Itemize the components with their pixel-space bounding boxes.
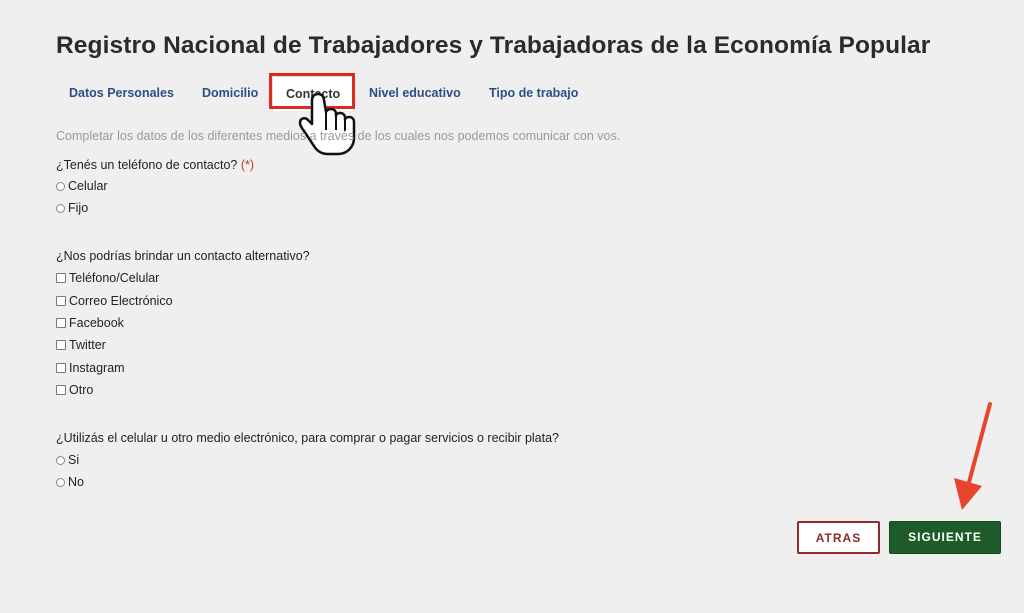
tab-bar: Datos Personales Domicilio Contacto Nive…	[56, 73, 676, 112]
phone-option-label: Celular	[68, 179, 108, 193]
alt-option-label: Teléfono/Celular	[69, 271, 160, 285]
alt-option-label: Correo Electrónico	[69, 294, 173, 308]
back-button[interactable]: ATRAS	[797, 521, 880, 554]
electronic-question: ¿Utilizás el celular u otro medio electr…	[56, 431, 559, 445]
phone-option-celular[interactable]: Celular	[56, 179, 108, 193]
alt-option-correo[interactable]: Correo Electrónico	[56, 294, 173, 308]
radio-si[interactable]	[56, 455, 65, 465]
alt-option-twitter[interactable]: Twitter	[56, 338, 106, 352]
phone-option-fijo[interactable]: Fijo	[56, 201, 88, 215]
checkbox-twitter[interactable]	[56, 340, 66, 350]
phone-question: ¿Tenés un teléfono de contacto? (*)	[56, 158, 254, 172]
page-title: Registro Nacional de Trabajadores y Trab…	[56, 32, 931, 59]
alt-option-label: Otro	[69, 383, 94, 397]
checkbox-otro[interactable]	[56, 385, 66, 395]
electronic-option-label: Si	[68, 453, 80, 467]
tab-tipo-de-trabajo[interactable]: Tipo de trabajo	[476, 76, 591, 110]
alt-contact-question: ¿Nos podrías brindar un contacto alterna…	[56, 249, 310, 263]
tab-contacto[interactable]: Contacto	[272, 76, 355, 111]
tab-datos-personales[interactable]: Datos Personales	[56, 76, 187, 110]
phone-option-label: Fijo	[68, 201, 89, 215]
red-arrow-icon	[954, 402, 992, 510]
checkbox-instagram[interactable]	[56, 363, 66, 373]
electronic-option-no[interactable]: No	[56, 475, 84, 489]
alt-option-facebook[interactable]: Facebook	[56, 316, 124, 330]
radio-fijo[interactable]	[56, 203, 65, 213]
required-mark: (*)	[240, 158, 255, 172]
radio-no[interactable]	[56, 477, 65, 487]
alt-option-label: Facebook	[69, 316, 124, 330]
alt-option-otro[interactable]: Otro	[56, 383, 93, 397]
form-page: Registro Nacional de Trabajadores y Trab…	[0, 0, 1024, 613]
alt-option-telefono[interactable]: Teléfono/Celular	[56, 271, 159, 285]
checkbox-telefono[interactable]	[56, 273, 66, 283]
checkbox-correo[interactable]	[56, 296, 66, 306]
electronic-option-label: No	[68, 475, 84, 489]
electronic-option-si[interactable]: Si	[56, 453, 79, 467]
alt-option-label: Instagram	[69, 361, 125, 375]
radio-celular[interactable]	[56, 181, 65, 191]
form-intro-text: Completar los datos de los diferentes me…	[56, 129, 621, 143]
phone-question-label: ¿Tenés un teléfono de contacto?	[56, 158, 238, 172]
alt-option-label: Twitter	[69, 338, 106, 352]
next-button[interactable]: SIGUIENTE	[889, 521, 1001, 554]
checkbox-facebook[interactable]	[56, 318, 66, 328]
tab-nivel-educativo[interactable]: Nivel educativo	[356, 76, 474, 110]
tab-domicilio[interactable]: Domicilio	[189, 76, 271, 110]
alt-option-instagram[interactable]: Instagram	[56, 361, 125, 375]
